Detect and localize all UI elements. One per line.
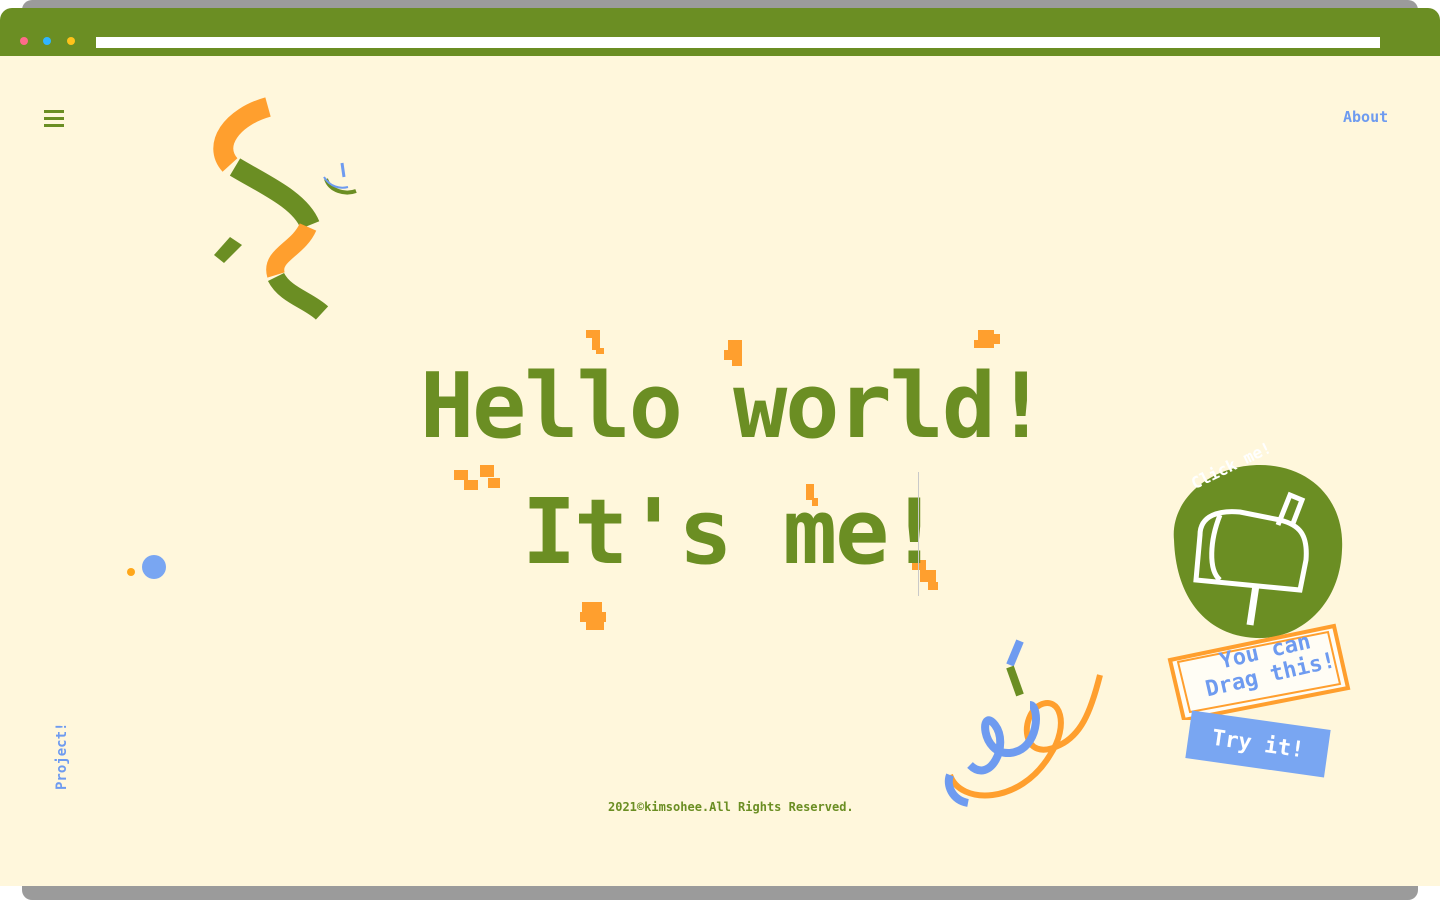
about-link[interactable]: About <box>1343 108 1388 126</box>
window-shadow-bottom <box>22 886 1418 900</box>
project-link[interactable]: Project! <box>54 723 70 790</box>
footer-copyright: 2021©kimsohee.All Rights Reserved. <box>608 800 854 814</box>
address-bar[interactable] <box>96 37 1380 48</box>
hero-heading-line-2: It's me! <box>522 480 941 585</box>
hamburger-icon[interactable] <box>44 110 64 127</box>
hero-heading-line-1: Hello world! <box>420 354 1048 459</box>
minimize-window-dot[interactable] <box>43 37 51 45</box>
ribbon-confetti-top-left <box>213 97 357 320</box>
ribbon-confetti-bottom <box>944 639 1103 807</box>
browser-titlebar <box>0 8 1440 56</box>
maximize-window-dot[interactable] <box>67 37 75 45</box>
close-window-dot[interactable] <box>20 37 28 45</box>
text-cursor <box>918 472 919 596</box>
dots-decoration <box>127 555 166 579</box>
browser-window: About Project! Hello world! It's me! Cli… <box>0 0 1440 900</box>
